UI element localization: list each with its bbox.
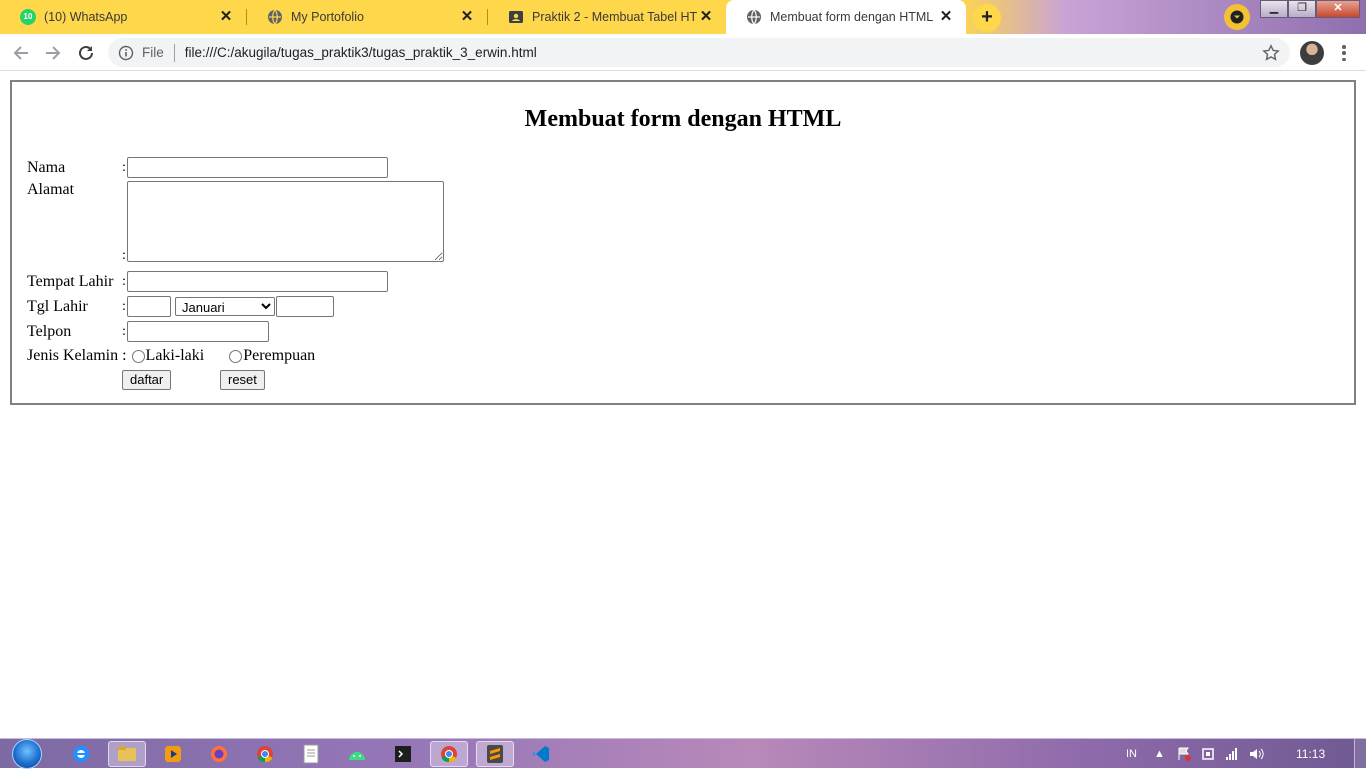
sublime-text-icon[interactable] <box>476 741 514 767</box>
separator: : <box>122 347 127 364</box>
window-controls: ▁ ❐ ✕ <box>1260 0 1360 18</box>
form-container: Membuat form dengan HTML Nama : Alamat :… <box>10 80 1356 405</box>
tray-expand-icon[interactable]: ▲ <box>1154 739 1165 769</box>
close-icon[interactable]: ✕ <box>218 9 234 25</box>
scheme-label: File <box>142 45 164 60</box>
profile-avatar[interactable] <box>1300 41 1324 65</box>
telpon-input[interactable] <box>127 321 269 342</box>
action-center-flag-icon[interactable] <box>1176 739 1192 769</box>
notification-badge: 10 <box>20 9 36 25</box>
bookmark-star-icon[interactable] <box>1262 43 1280 62</box>
globe-icon <box>267 9 283 25</box>
more-menu-icon[interactable] <box>1336 42 1352 64</box>
arrow-right-icon <box>46 46 61 60</box>
year-input[interactable] <box>276 296 334 317</box>
android-studio-icon[interactable] <box>338 741 376 767</box>
tab-praktik-2[interactable]: Praktik 2 - Membuat Tabel HTML ✕ <box>488 0 726 34</box>
row-nama: Nama : <box>27 157 388 178</box>
tab-my-portofolio[interactable]: My Portofolio ✕ <box>247 0 487 34</box>
forward-button[interactable] <box>41 41 65 65</box>
vscode-icon[interactable] <box>522 741 560 767</box>
info-icon[interactable] <box>118 45 134 61</box>
daftar-button[interactable]: daftar <box>122 370 172 390</box>
nama-input[interactable] <box>127 157 388 178</box>
row-alamat: Alamat : <box>27 181 444 263</box>
row-jenis-kelamin: Jenis Kelamin : Laki-laki Perempuan <box>27 347 315 365</box>
nama-label: Nama <box>27 158 66 176</box>
language-indicator[interactable]: IN <box>1126 739 1137 769</box>
page-heading: Membuat form dengan HTML <box>524 106 842 132</box>
volume-icon[interactable] <box>1248 739 1266 769</box>
media-player-icon[interactable] <box>154 741 192 767</box>
day-input[interactable] <box>127 296 171 317</box>
start-button[interactable] <box>8 739 46 769</box>
tab-whatsapp[interactable]: 10 (10) WhatsApp ✕ <box>0 0 246 34</box>
signal-bars-icon[interactable] <box>1224 739 1240 769</box>
close-icon[interactable]: ✕ <box>938 9 954 25</box>
tempat-lahir-input[interactable] <box>127 271 388 292</box>
jenis-kelamin-label: Jenis Kelamin <box>27 347 119 364</box>
whatsapp-icon: 10 <box>20 9 36 25</box>
arrow-left-icon <box>13 46 28 60</box>
tgl-lahir-label: Tgl Lahir <box>27 297 88 315</box>
radio-laki-laki-label: Laki-laki <box>145 347 205 364</box>
tab-membuat-form[interactable]: Membuat form dengan HTML ✕ <box>726 0 966 34</box>
restore-button[interactable]: ❐ <box>1288 0 1316 18</box>
reload-button[interactable] <box>74 41 98 65</box>
window-close-button[interactable]: ✕ <box>1316 0 1360 18</box>
telpon-label: Telpon <box>27 322 72 340</box>
windows-logo-icon <box>12 739 42 769</box>
close-icon[interactable]: ✕ <box>459 9 475 25</box>
omnibox-divider <box>173 43 175 62</box>
reload-icon <box>79 45 93 60</box>
tab-strip: 10 (10) WhatsApp ✕ My Portofolio ✕ Prakt… <box>0 0 1366 34</box>
address-bar[interactable]: File file:///C:/akugila/tugas_praktik3/t… <box>108 38 1290 67</box>
radio-perempuan[interactable] <box>229 349 243 363</box>
chrome-active-icon[interactable] <box>430 741 468 767</box>
network-usb-icon[interactable] <box>1200 739 1216 769</box>
notepad-icon[interactable] <box>292 741 330 767</box>
row-tgl-lahir: Tgl Lahir : Januari <box>27 296 334 317</box>
browser-toolbar: File file:///C:/akugila/tugas_praktik3/t… <box>0 34 1366 71</box>
globe-icon <box>746 9 762 25</box>
terminal-icon[interactable] <box>384 741 422 767</box>
radio-laki-laki[interactable] <box>131 349 145 363</box>
clock[interactable]: 11:13 <box>1296 739 1325 769</box>
tab-title: Praktik 2 - Membuat Tabel HTML <box>532 10 698 24</box>
firefox-icon[interactable] <box>200 741 238 767</box>
contact-card-icon <box>508 9 524 25</box>
tab-title: (10) WhatsApp <box>44 10 128 24</box>
new-tab-button[interactable]: + <box>973 4 1001 32</box>
tab-title: Membuat form dengan HTML <box>770 10 934 24</box>
show-desktop-button[interactable] <box>1354 739 1366 769</box>
file-explorer-icon[interactable] <box>108 741 146 767</box>
back-button[interactable] <box>9 41 33 65</box>
chevron-down-icon[interactable] <box>1224 4 1250 30</box>
reset-button[interactable]: reset <box>220 370 265 390</box>
row-tempat-lahir: Tempat Lahir : <box>27 271 388 292</box>
tab-title: My Portofolio <box>291 10 364 24</box>
url-text[interactable]: file:///C:/akugila/tugas_praktik3/tugas_… <box>185 45 1262 60</box>
alamat-textarea[interactable] <box>127 181 444 262</box>
month-select[interactable]: Januari <box>175 297 275 316</box>
minimize-button[interactable]: ▁ <box>1260 0 1288 18</box>
taskbar: IN ▲ 11:13 <box>0 738 1366 769</box>
internet-explorer-icon[interactable] <box>62 741 100 767</box>
alamat-label: Alamat <box>27 181 75 198</box>
radio-perempuan-label: Perempuan <box>243 347 316 364</box>
chrome-icon[interactable] <box>246 741 284 767</box>
tempat-lahir-label: Tempat Lahir <box>27 272 114 290</box>
close-icon[interactable]: ✕ <box>698 9 714 25</box>
row-telpon: Telpon : <box>27 321 269 342</box>
